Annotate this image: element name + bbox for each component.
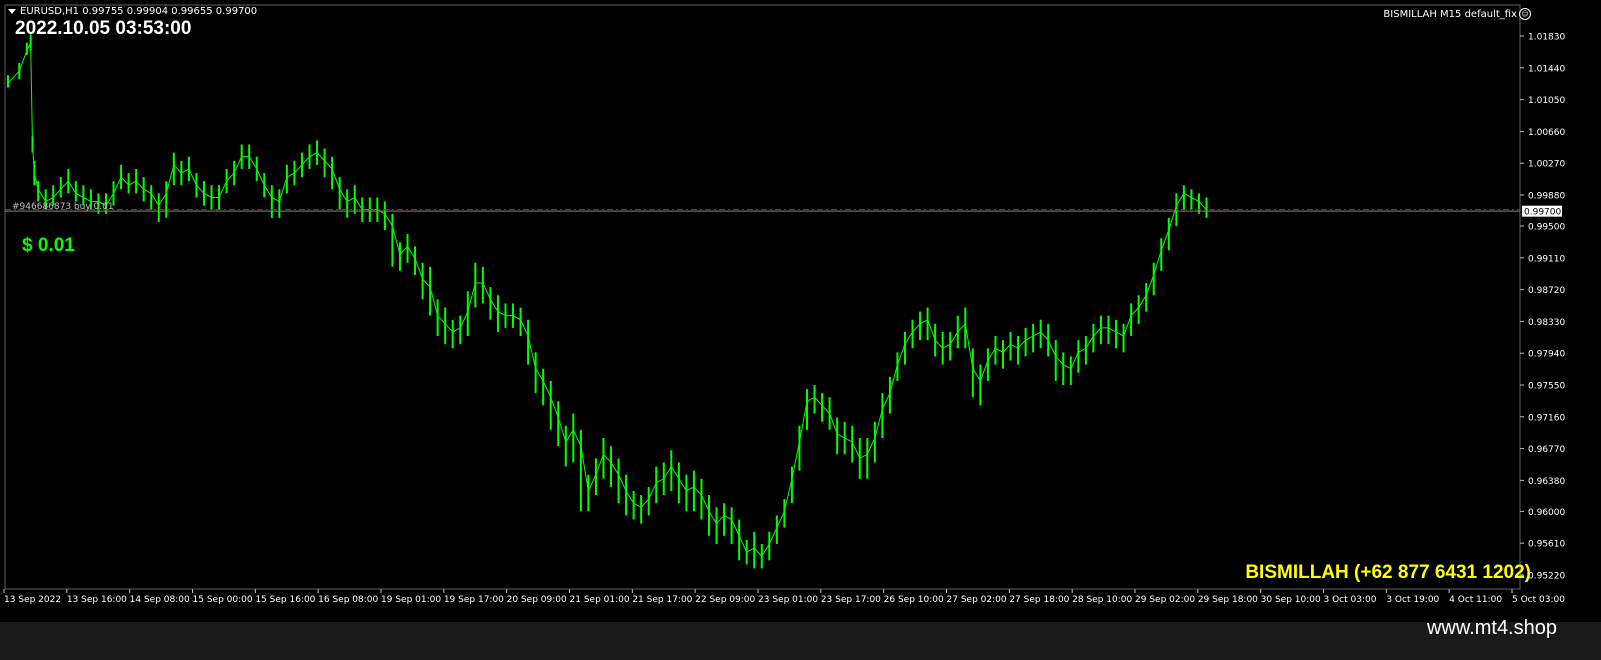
x-tick-label: 27 Sep 18:00 xyxy=(1009,595,1069,605)
x-tick-label: 26 Sep 10:00 xyxy=(884,595,944,605)
y-tick-label: 1.01050 xyxy=(1528,96,1565,106)
symbol-ohlc-text: EURUSD,H1 0.99755 0.99904 0.99655 0.9970… xyxy=(20,6,258,17)
brand-banner: BISMILLAH (+62 877 6431 1202) xyxy=(1245,562,1531,583)
y-tick-label: 0.99880 xyxy=(1528,192,1565,202)
y-tick-label: 0.98330 xyxy=(1528,318,1565,328)
site-watermark: www.mt4.shop xyxy=(1426,617,1557,639)
symbol-header[interactable]: EURUSD,H1 0.99755 0.99904 0.99655 0.9970… xyxy=(8,6,257,17)
plot-area-border xyxy=(4,4,1521,590)
x-tick-label: 21 Sep 17:00 xyxy=(632,595,692,605)
price-chart[interactable]: 1.01830 1.01440 1.01050 1.00660 1.00270 0.998… xyxy=(0,0,1601,622)
time-axis[interactable]: 13 Sep 2022 13 Sep 16:00 14 Sep 08:00 15 Se… xyxy=(3,589,1565,605)
x-tick-label: 5 Oct 03:00 xyxy=(1512,595,1565,605)
y-tick-label: 1.00270 xyxy=(1528,160,1565,170)
x-tick-label: 29 Sep 02:00 xyxy=(1135,595,1195,605)
y-tick-label: 0.96770 xyxy=(1528,445,1565,455)
expert-advisor-label[interactable]: BISMILLAH M15 default_fix ☺ xyxy=(1383,8,1531,20)
x-tick-label: 19 Sep 17:00 xyxy=(444,595,504,605)
y-tick-label: 0.97550 xyxy=(1528,381,1565,391)
y-tick-label: 0.97940 xyxy=(1528,350,1565,360)
x-tick-label: 30 Sep 10:00 xyxy=(1261,595,1321,605)
x-tick-label: 20 Sep 09:00 xyxy=(507,595,567,605)
y-tick-label: 0.95220 xyxy=(1528,571,1565,581)
smiley-icon[interactable]: ☺ xyxy=(1519,8,1531,20)
profit-readout: $ 0.01 xyxy=(22,235,75,256)
chart-window[interactable]: 1.01830 1.01440 1.01050 1.00660 1.00270 0.998… xyxy=(0,0,1601,622)
x-tick-label: 21 Sep 01:00 xyxy=(570,595,630,605)
dropdown-triangle-icon[interactable] xyxy=(8,8,16,14)
x-tick-label: 4 Oct 11:00 xyxy=(1449,595,1502,605)
y-tick-label: 0.99110 xyxy=(1528,254,1565,264)
current-price-label: 0.99700 xyxy=(1524,208,1561,218)
order-label[interactable]: #946686873 buy 0.01 xyxy=(12,202,114,212)
x-tick-label: 3 Oct 03:00 xyxy=(1324,595,1377,605)
y-tick-label: 0.97160 xyxy=(1528,413,1565,423)
y-tick-label: 1.01440 xyxy=(1528,64,1565,74)
x-tick-label: 15 Sep 16:00 xyxy=(255,595,315,605)
y-tick-label: 0.99500 xyxy=(1528,222,1565,232)
x-tick-label: 15 Sep 00:00 xyxy=(193,595,253,605)
x-tick-label: 28 Sep 10:00 xyxy=(1072,595,1132,605)
x-tick-label: 23 Sep 01:00 xyxy=(758,595,818,605)
clock-readout: 2022.10.05 03:53:00 xyxy=(15,18,192,39)
x-tick-label: 13 Sep 16:00 xyxy=(67,595,127,605)
current-price-tag: 0.99700 xyxy=(1522,205,1562,218)
y-tick-label: 0.95610 xyxy=(1528,540,1565,550)
x-tick-label: 13 Sep 2022 xyxy=(4,595,61,605)
x-tick-label: 3 Oct 19:00 xyxy=(1386,595,1439,605)
x-tick-label: 22 Sep 09:00 xyxy=(695,595,755,605)
x-tick-label: 14 Sep 08:00 xyxy=(130,595,190,605)
price-axis[interactable]: 1.01830 1.01440 1.01050 1.00660 1.00270 0.998… xyxy=(1520,33,1565,582)
x-tick-label: 16 Sep 08:00 xyxy=(318,595,378,605)
ea-name-text: BISMILLAH M15 default_fix xyxy=(1383,9,1517,20)
y-tick-label: 1.01830 xyxy=(1528,33,1565,43)
x-tick-label: 27 Sep 02:00 xyxy=(947,595,1007,605)
y-tick-label: 0.98720 xyxy=(1528,286,1565,296)
x-tick-label: 23 Sep 17:00 xyxy=(821,595,881,605)
y-tick-label: 0.96000 xyxy=(1528,508,1565,518)
x-tick-label: 19 Sep 01:00 xyxy=(381,595,441,605)
x-tick-label: 29 Sep 18:00 xyxy=(1198,595,1258,605)
y-tick-label: 1.00660 xyxy=(1528,128,1565,138)
y-tick-label: 0.96380 xyxy=(1528,477,1565,487)
